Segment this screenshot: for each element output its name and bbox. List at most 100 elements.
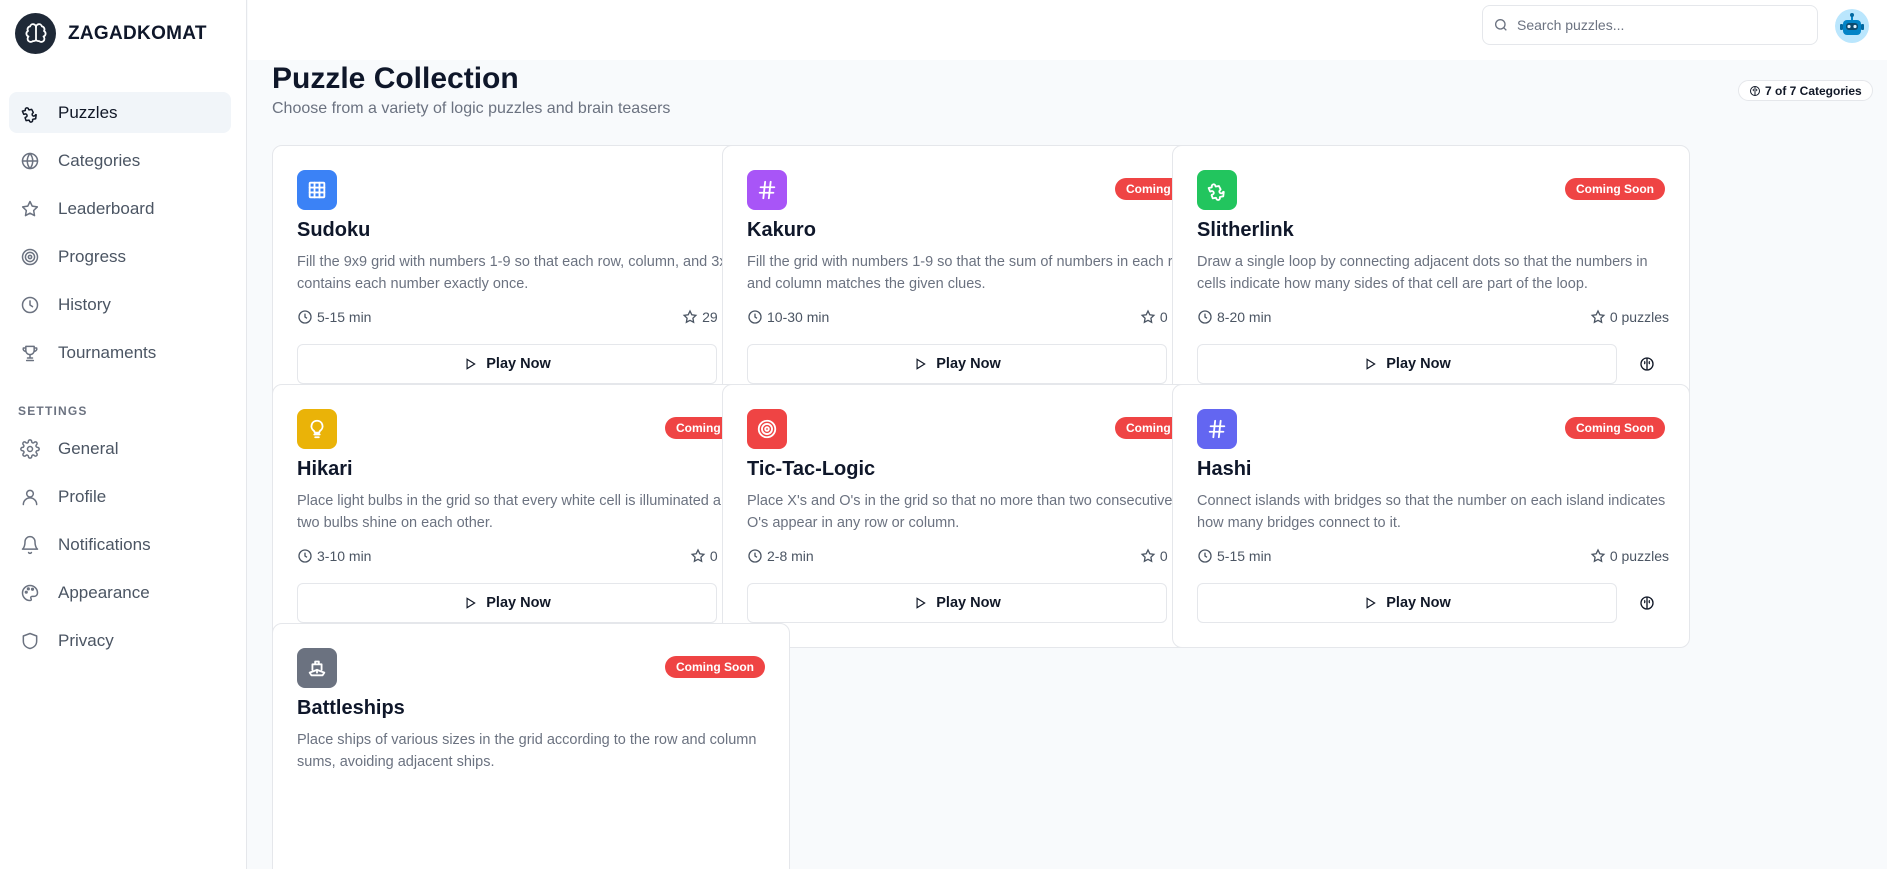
clock-icon xyxy=(298,310,312,324)
sidebar-item-appearance[interactable]: Appearance xyxy=(9,572,231,613)
play-now-label: Play Now xyxy=(486,595,551,611)
sidebar-item-progress[interactable]: Progress xyxy=(9,236,231,277)
settings-nav: General Profile Notifications Appearance… xyxy=(9,428,231,668)
puzzle-title: Hashi xyxy=(1197,458,1252,480)
gear-icon xyxy=(19,438,41,460)
grid-icon xyxy=(308,181,326,199)
puzzle-card-sudoku[interactable]: Sudoku Fill the 9x9 grid with numbers 1-9… xyxy=(272,145,790,409)
sidebar-item-label: Categories xyxy=(58,150,141,170)
categories-badge: 7 of 7 Categories xyxy=(1738,80,1873,101)
coming-soon-badge: Coming Soon xyxy=(1565,178,1665,200)
sidebar-item-label: General xyxy=(58,438,119,458)
sidebar-item-profile[interactable]: Profile xyxy=(9,476,231,517)
info-button[interactable] xyxy=(1625,344,1669,384)
play-icon xyxy=(1366,358,1377,370)
puzzle-card-kakuro[interactable]: Coming Soon Kakuro Fill the grid with numb… xyxy=(722,145,1240,409)
clock-icon xyxy=(748,310,762,324)
play-icon xyxy=(1366,597,1377,609)
puzzle-tile xyxy=(297,648,337,688)
avatar[interactable] xyxy=(1835,9,1869,43)
info-button[interactable] xyxy=(1625,583,1669,623)
play-now-label: Play Now xyxy=(1386,595,1451,611)
sidebar-item-label: Tournaments xyxy=(58,342,157,362)
robot-avatar-icon xyxy=(1835,9,1869,43)
sidebar-item-history[interactable]: History xyxy=(9,284,231,325)
puzzle-card-tic-tac-logic[interactable]: Coming Soon Tic-Tac-Logic Place X's and O'… xyxy=(722,384,1240,648)
sidebar-item-label: Progress xyxy=(58,246,127,266)
play-now-label: Play Now xyxy=(1386,356,1451,372)
brain-icon xyxy=(1750,85,1760,96)
puzzle-title: Tic-Tac-Logic xyxy=(747,458,876,480)
sidebar-item-label: Leaderboard xyxy=(58,198,155,218)
puzzle-tile xyxy=(747,409,787,449)
puzzle-title: Sudoku xyxy=(297,219,371,241)
puzzle-count-label: 0 puzzles xyxy=(1609,548,1669,564)
puzzle-card-hikari[interactable]: Coming Soon Hikari Place light bulbs in th… xyxy=(272,384,790,648)
puzzle-tile xyxy=(747,170,787,210)
play-now-label: Play Now xyxy=(936,356,1001,372)
play-now-button[interactable]: Play Now xyxy=(747,344,1167,384)
play-icon xyxy=(466,358,477,370)
puzzle-title: Slitherlink xyxy=(1197,219,1294,241)
play-now-button[interactable]: Play Now xyxy=(1197,583,1617,623)
star-icon xyxy=(1140,548,1156,563)
play-now-button[interactable]: Play Now xyxy=(747,583,1167,623)
sidebar-item-label: History xyxy=(58,294,111,314)
play-now-button[interactable]: Play Now xyxy=(1197,344,1617,384)
brain-logo-icon xyxy=(15,13,56,54)
sidebar-item-leaderboard[interactable]: Leaderboard xyxy=(9,188,231,229)
clock-icon xyxy=(1198,549,1212,563)
puzzle-description: Fill the grid with numbers 1-9 so that t… xyxy=(747,254,1192,292)
puzzle-card-slitherlink[interactable]: Coming Soon Slitherlink Draw a single loop… xyxy=(1172,145,1690,409)
hash-icon xyxy=(758,180,776,200)
duration-label: 2-8 min xyxy=(767,548,814,564)
duration: 10-30 min xyxy=(747,309,829,325)
sidebar-item-label: Profile xyxy=(58,486,107,506)
star-icon xyxy=(682,309,698,324)
sidebar-item-privacy[interactable]: Privacy xyxy=(9,620,231,661)
puzzle-title: Hikari xyxy=(297,458,353,480)
duration-label: 8-20 min xyxy=(1217,309,1272,325)
puzzle-icon xyxy=(19,102,41,124)
brain-icon xyxy=(1640,357,1654,371)
puzzle-description: Fill the 9x9 grid with numbers 1-9 so th… xyxy=(297,254,763,292)
sidebar-item-puzzles[interactable]: Puzzles xyxy=(9,92,231,133)
palette-icon xyxy=(19,582,41,604)
sidebar-item-notifications[interactable]: Notifications xyxy=(9,524,231,565)
duration: 2-8 min xyxy=(747,548,814,564)
star-icon xyxy=(690,548,706,563)
duration-label: 3-10 min xyxy=(317,548,372,564)
sidebar-item-categories[interactable]: Categories xyxy=(9,140,231,181)
clock-icon xyxy=(298,549,312,563)
lightbulb-icon xyxy=(310,419,324,439)
clock-icon xyxy=(1198,310,1212,324)
sidebar-item-general[interactable]: General xyxy=(9,428,231,469)
star-icon xyxy=(1140,309,1156,324)
puzzle-meta: 5-15 min 0 puzzles xyxy=(1197,548,1669,564)
puzzle-tile xyxy=(297,409,337,449)
globe-icon xyxy=(19,150,41,172)
search-input[interactable] xyxy=(1517,17,1797,33)
clock-icon xyxy=(748,549,762,563)
play-now-label: Play Now xyxy=(486,356,551,372)
puzzle-card-hashi[interactable]: Coming Soon Hashi Connect islands with bri… xyxy=(1172,384,1690,648)
brand-name: ZAGADKOMAT xyxy=(68,22,207,44)
puzzle-tile xyxy=(297,170,337,210)
settings-section-title: SETTINGS xyxy=(18,404,88,418)
brand[interactable]: ZAGADKOMAT xyxy=(15,13,207,54)
puzzle-card-battleships[interactable]: Coming Soon Battleships Place ships of var… xyxy=(272,623,790,869)
puzzle-title: Kakuro xyxy=(747,219,816,241)
coming-soon-badge: Coming Soon xyxy=(1565,417,1665,439)
duration-label: 5-15 min xyxy=(317,309,372,325)
sidebar-item-tournaments[interactable]: Tournaments xyxy=(9,332,231,373)
search-box[interactable] xyxy=(1482,5,1818,45)
play-now-button[interactable]: Play Now xyxy=(297,344,717,384)
puzzle-meta: 5-15 min29 puzzles xyxy=(297,309,769,325)
star-icon xyxy=(1590,548,1606,563)
ship-icon xyxy=(308,660,326,677)
puzzle-meta: 2-8 min0 puzzles xyxy=(747,548,1219,564)
play-icon xyxy=(916,597,927,609)
star-icon xyxy=(19,198,41,220)
play-now-button[interactable]: Play Now xyxy=(297,583,717,623)
play-now-label: Play Now xyxy=(936,595,1001,611)
